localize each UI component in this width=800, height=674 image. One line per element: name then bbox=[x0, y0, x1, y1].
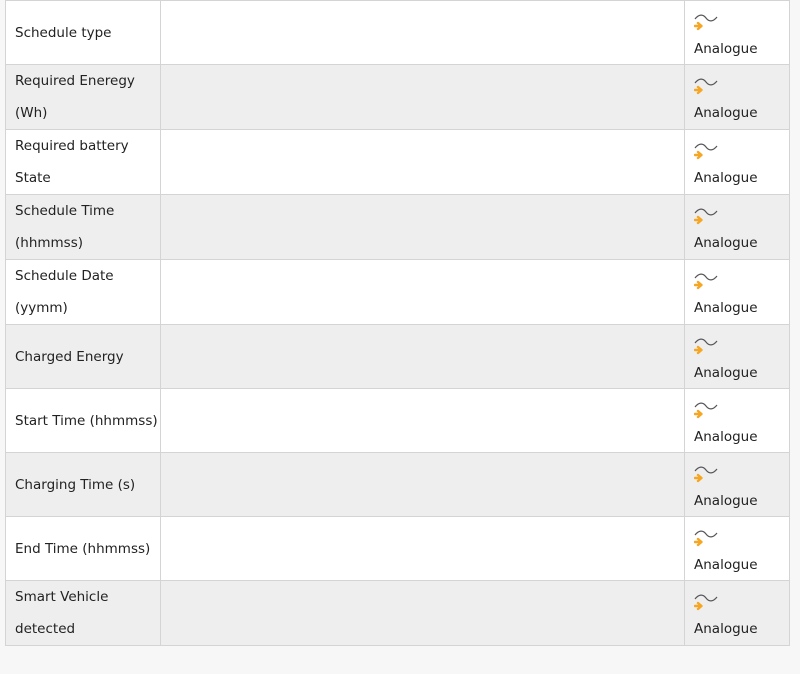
analogue-signal-icon bbox=[694, 208, 718, 225]
signals-table: Schedule type Analogue Required Eneregy … bbox=[5, 0, 790, 646]
signal-type-cell: Analogue bbox=[684, 324, 790, 389]
signal-label: Charged Energy bbox=[5, 324, 161, 389]
signal-type-label: Analogue bbox=[694, 556, 758, 573]
table-row: Schedule Date (yymm) Analogue bbox=[5, 259, 790, 325]
signal-type-label: Analogue bbox=[694, 105, 758, 121]
signal-label: Start Time (hhmmss) bbox=[5, 388, 161, 453]
signal-value bbox=[160, 324, 685, 389]
analogue-signal-icon bbox=[694, 14, 718, 30]
signal-type-label: Analogue bbox=[694, 428, 758, 445]
signal-type-label: Analogue bbox=[694, 364, 758, 381]
table-row: Schedule Time (hhmmss) Analogue bbox=[5, 194, 790, 260]
analogue-signal-icon bbox=[694, 402, 718, 418]
signal-value bbox=[160, 194, 685, 260]
analogue-signal-icon bbox=[694, 466, 718, 482]
signal-label: Schedule Time (hhmmss) bbox=[5, 194, 161, 260]
signal-label: Schedule type bbox=[5, 0, 161, 65]
table-row: Required battery State Analogue bbox=[5, 129, 790, 195]
signal-type-cell: Analogue bbox=[684, 194, 790, 260]
table-row: Start Time (hhmmss) Analogue bbox=[5, 388, 790, 453]
signal-value bbox=[160, 580, 685, 646]
signal-label: Schedule Date (yymm) bbox=[5, 259, 161, 325]
analogue-signal-icon bbox=[694, 594, 718, 611]
signal-type-cell: Analogue bbox=[684, 388, 790, 453]
signal-label: End Time (hhmmss) bbox=[5, 516, 161, 581]
table-row: Required Eneregy (Wh) Analogue bbox=[5, 64, 790, 130]
analogue-signal-icon bbox=[694, 273, 718, 290]
signal-value bbox=[160, 64, 685, 130]
signal-type-label: Analogue bbox=[694, 170, 758, 186]
signal-label: Required Eneregy (Wh) bbox=[5, 64, 161, 130]
signal-value bbox=[160, 388, 685, 453]
signal-type-cell: Analogue bbox=[684, 0, 790, 65]
signal-value bbox=[160, 516, 685, 581]
signal-type-label: Analogue bbox=[694, 300, 758, 316]
table-row: Schedule type Analogue bbox=[5, 0, 790, 65]
signal-type-cell: Analogue bbox=[684, 64, 790, 130]
signal-label: Charging Time (s) bbox=[5, 452, 161, 517]
signal-type-cell: Analogue bbox=[684, 259, 790, 325]
signal-type-label: Analogue bbox=[694, 235, 758, 251]
table-row: Charging Time (s) Analogue bbox=[5, 452, 790, 517]
analogue-signal-icon bbox=[694, 78, 718, 95]
signal-label: Required battery State bbox=[5, 129, 161, 195]
signal-value bbox=[160, 0, 685, 65]
signal-type-label: Analogue bbox=[694, 492, 758, 509]
signal-type-cell: Analogue bbox=[684, 516, 790, 581]
signal-value bbox=[160, 129, 685, 195]
analogue-signal-icon bbox=[694, 338, 718, 354]
signal-type-label: Analogue bbox=[694, 621, 758, 637]
signal-type-cell: Analogue bbox=[684, 580, 790, 646]
signal-type-label: Analogue bbox=[694, 40, 758, 57]
analogue-signal-icon bbox=[694, 530, 718, 546]
table-row: End Time (hhmmss) Analogue bbox=[5, 516, 790, 581]
signal-value bbox=[160, 259, 685, 325]
signal-type-cell: Analogue bbox=[684, 129, 790, 195]
analogue-signal-icon bbox=[694, 143, 718, 160]
table-row: Charged Energy Analogue bbox=[5, 324, 790, 389]
signal-label: Smart Vehicle detected bbox=[5, 580, 161, 646]
signal-value bbox=[160, 452, 685, 517]
signal-type-cell: Analogue bbox=[684, 452, 790, 517]
table-row: Smart Vehicle detected Analogue bbox=[5, 580, 790, 646]
